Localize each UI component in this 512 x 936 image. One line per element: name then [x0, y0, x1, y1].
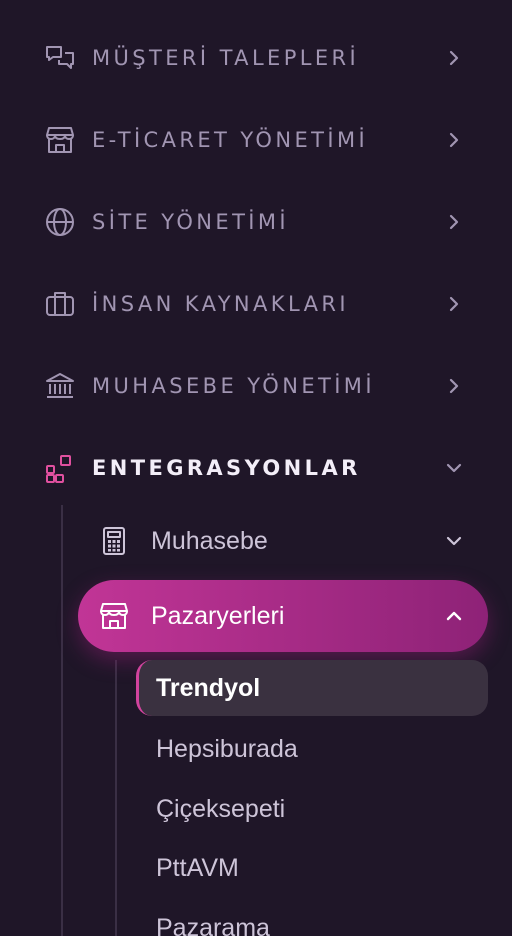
nav-item-site-yonetimi[interactable]: SİTE YÖNETİMİ — [0, 194, 512, 250]
marketplace-item-label: PttAVM — [156, 853, 239, 882]
nav-item-e-ticaret[interactable]: E-TİCARET YÖNETİMİ — [0, 112, 512, 168]
subnav-item-muhasebe[interactable]: Muhasebe — [78, 505, 488, 577]
briefcase-icon — [44, 288, 76, 320]
marketplace-item-label: Hepsiburada — [156, 734, 298, 763]
tree-guide-line — [61, 505, 63, 936]
nav-item-insan-kaynaklari[interactable]: İNSAN KAYNAKLARI — [0, 276, 512, 332]
marketplace-item-pttavm[interactable]: PttAVM — [136, 840, 488, 896]
chat-bubbles-icon — [44, 42, 76, 74]
nav-item-label: SİTE YÖNETİMİ — [92, 210, 290, 234]
storefront-icon — [98, 600, 130, 632]
nav-item-label: MÜŞTERİ TALEPLERİ — [92, 46, 360, 70]
marketplace-item-hepsiburada[interactable]: Hepsiburada — [136, 721, 488, 777]
chevron-down-icon — [440, 527, 468, 555]
marketplace-item-pazarama[interactable]: Pazarama — [136, 900, 488, 936]
globe-icon — [44, 206, 76, 238]
chevron-right-icon — [440, 208, 468, 236]
nav-item-entegrasyonlar[interactable]: ENTEGRASYONLAR — [0, 440, 512, 496]
calculator-icon — [98, 525, 130, 557]
nav-item-label: İNSAN KAYNAKLARI — [92, 292, 349, 316]
nav-item-label: ENTEGRASYONLAR — [92, 456, 361, 480]
apps-grid-icon — [44, 452, 76, 484]
chevron-up-icon — [440, 602, 468, 630]
marketplace-item-ciceksepeti[interactable]: Çiçeksepeti — [136, 781, 488, 837]
nav-item-muhasebe-yonetimi[interactable]: MUHASEBE YÖNETİMİ — [0, 358, 512, 414]
marketplace-item-trendyol[interactable]: Trendyol — [136, 660, 488, 716]
nav-item-label: MUHASEBE YÖNETİMİ — [92, 374, 375, 398]
subnav-item-label: Muhasebe — [151, 526, 268, 555]
tree-guide-line — [115, 660, 117, 936]
chevron-right-icon — [440, 372, 468, 400]
subnav-item-label: Pazaryerleri — [151, 601, 285, 630]
nav-item-musteri-talepleri[interactable]: MÜŞTERİ TALEPLERİ — [0, 30, 512, 86]
marketplace-item-label: Çiçeksepeti — [156, 794, 286, 823]
nav-item-label: E-TİCARET YÖNETİMİ — [92, 128, 369, 152]
chevron-right-icon — [440, 290, 468, 318]
storefront-icon — [44, 124, 76, 156]
marketplace-item-label: Pazarama — [156, 913, 270, 936]
marketplace-item-label: Trendyol — [156, 673, 261, 702]
bank-icon — [44, 370, 76, 402]
chevron-right-icon — [440, 126, 468, 154]
chevron-right-icon — [440, 44, 468, 72]
subnav-item-pazaryerleri[interactable]: Pazaryerleri — [78, 580, 488, 652]
chevron-down-icon — [440, 454, 468, 482]
